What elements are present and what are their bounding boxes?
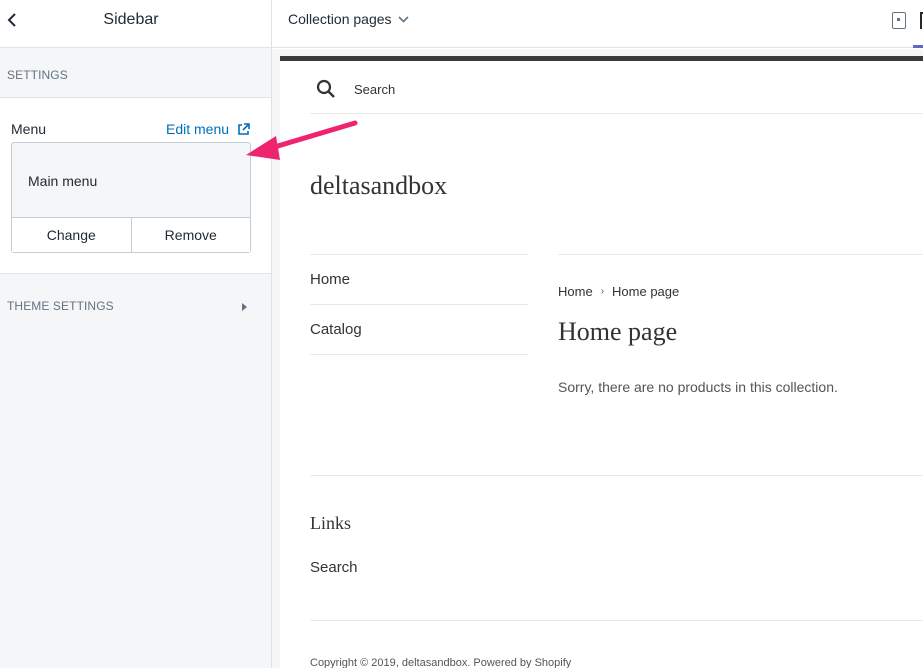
menu-picker: Main menu Change Remove — [11, 142, 251, 253]
selected-menu[interactable]: Main menu — [12, 143, 250, 217]
footer-link-search[interactable]: Search — [310, 559, 358, 576]
change-button[interactable]: Change — [12, 218, 131, 252]
theme-settings-label: THEME SETTINGS — [7, 299, 114, 313]
chevron-right-icon: › — [600, 286, 605, 297]
external-link-icon — [237, 122, 250, 136]
empty-collection-message: Sorry, there are no products in this col… — [558, 379, 838, 395]
menu-label: Menu — [11, 121, 47, 137]
page-type-label: Collection pages — [288, 11, 392, 27]
footer-divider-bottom — [310, 620, 923, 621]
search-icon — [316, 79, 335, 98]
breadcrumb-current: Home page — [612, 284, 680, 299]
store-search-bar[interactable]: Search — [310, 61, 923, 114]
edit-menu-label: Edit menu — [166, 121, 230, 137]
store-name[interactable]: deltasandbox — [310, 171, 447, 201]
store-preview: Search deltasandbox Home Catalog Home › … — [280, 56, 923, 668]
settings-section-header: SETTINGS — [0, 49, 271, 98]
page-type-selector[interactable]: Collection pages — [288, 11, 409, 27]
settings-label: SETTINGS — [7, 68, 68, 82]
menu-actions: Change Remove — [12, 217, 250, 252]
edit-menu-link[interactable]: Edit menu — [166, 121, 250, 137]
active-view-indicator — [913, 45, 923, 48]
caret-right-icon — [242, 303, 247, 311]
footer-divider — [310, 475, 923, 476]
copyright-text: Copyright © 2019, deltasandbox. Powered … — [310, 657, 572, 668]
panel-header: Sidebar — [0, 0, 271, 48]
mobile-view-icon[interactable] — [892, 12, 906, 29]
footer-links-heading: Links — [310, 513, 352, 533]
breadcrumb: Home › Home page — [558, 284, 679, 299]
theme-settings-header[interactable]: THEME SETTINGS — [0, 275, 271, 335]
selected-menu-label: Main menu — [28, 173, 98, 189]
nav-item-home[interactable]: Home — [310, 255, 528, 305]
preview-topbar: Collection pages — [272, 0, 923, 48]
menu-setting: Menu Edit menu Main menu Change Remove — [0, 98, 271, 274]
remove-button[interactable]: Remove — [130, 218, 251, 252]
search-placeholder: Search — [354, 82, 396, 97]
page-title: Home page — [558, 317, 678, 346]
nav-item-catalog[interactable]: Catalog — [310, 305, 528, 355]
content-divider — [558, 254, 923, 255]
breadcrumb-home[interactable]: Home — [558, 284, 593, 299]
theme-editor-sidebar: Sidebar SETTINGS Menu Edit menu Main men… — [0, 0, 272, 668]
chevron-down-icon — [397, 15, 409, 23]
sidebar-menu: Home Catalog — [310, 254, 528, 355]
panel-title: Sidebar — [103, 11, 159, 28]
